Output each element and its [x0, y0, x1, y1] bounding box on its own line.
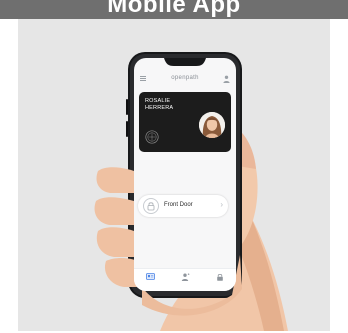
card-name-line2: HERRERA: [145, 104, 174, 111]
door-lock-icon: [143, 198, 159, 214]
phone-screen: openpath ROSALIE HERRERA Front Door ›: [134, 58, 236, 291]
lock-icon: [147, 202, 155, 211]
app-brand: openpath: [171, 75, 199, 81]
bottom-nav: [134, 268, 236, 291]
avatar-photo: [199, 112, 225, 138]
chevron-right-icon: ›: [220, 200, 223, 209]
badge-icon: [145, 273, 155, 280]
access-card[interactable]: ROSALIE HERRERA: [139, 92, 231, 152]
product-photo: openpath ROSALIE HERRERA Front Door ›: [18, 19, 330, 331]
seal-icon: [145, 130, 159, 144]
nav-item-lock[interactable]: [210, 273, 230, 282]
avatar: [199, 112, 225, 138]
app-header: openpath: [134, 72, 236, 88]
phone-notch: [164, 58, 206, 66]
nav-item-badge[interactable]: [140, 273, 160, 281]
top-banner: Mobile App: [0, 0, 348, 19]
door-button[interactable]: Front Door ›: [138, 195, 228, 217]
lock-icon: [217, 274, 223, 281]
banner-title: Mobile App: [107, 0, 241, 18]
card-holder-name: ROSALIE HERRERA: [145, 98, 195, 111]
person-icon: [181, 273, 189, 281]
nav-item-person[interactable]: [175, 273, 195, 282]
profile-icon[interactable]: [223, 75, 230, 83]
door-label: Front Door: [164, 202, 193, 208]
